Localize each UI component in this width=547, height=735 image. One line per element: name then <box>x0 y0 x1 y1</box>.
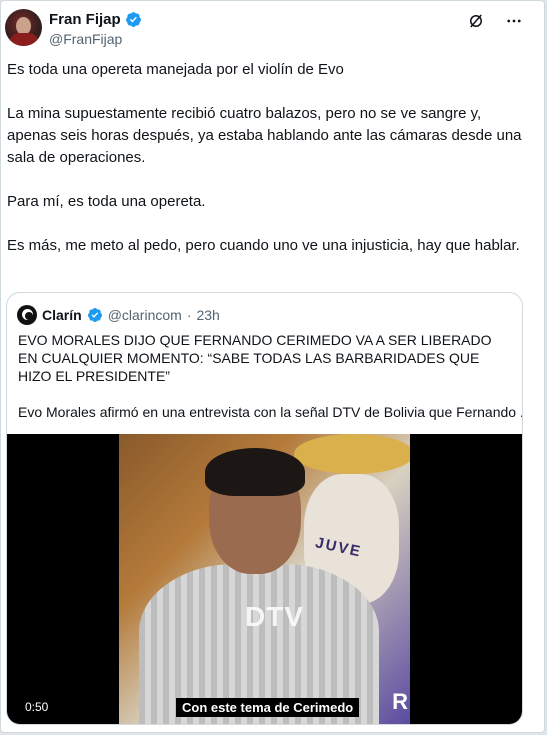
quoted-timestamp[interactable]: 23h <box>196 307 219 323</box>
quoted-tweet-header: Clarín @clarincom · 23h <box>17 305 220 325</box>
background-hat <box>294 434 410 474</box>
tweet-paragraph: Para mí, es toda una opereta. <box>7 193 206 210</box>
tweet-paragraph: Es más, me meto al pedo, pero cuando uno… <box>7 237 520 254</box>
tweet-paragraph: La mina supuestamente recibió cuatro bal… <box>7 105 522 166</box>
verified-badge-icon <box>125 12 141 27</box>
video-frame: JUVE DTV R <box>119 434 410 724</box>
quoted-headline: EVO MORALES DIJO QUE FERNANDO CERIMEDO V… <box>18 332 492 384</box>
avatar-body <box>10 33 38 46</box>
video-subtitle: Con este tema de Cerimedo <box>176 698 360 717</box>
quoted-author-handle[interactable]: @clarincom <box>108 307 182 323</box>
grok-icon[interactable] <box>466 11 486 31</box>
tweet-actions-top <box>466 11 524 31</box>
author-name-row: Fran Fijap <box>49 11 142 28</box>
quoted-tweet[interactable]: Clarín @clarincom · 23h EVO MORALES DIJO… <box>6 292 523 725</box>
author-handle[interactable]: @FranFijap <box>49 31 122 47</box>
tweet-text: Es toda una opereta manejada por el viol… <box>7 59 532 279</box>
video-player[interactable]: JUVE DTV R 0:50 Con este tema de Cerimed… <box>7 434 522 724</box>
author-avatar[interactable] <box>5 9 42 46</box>
author-name[interactable]: Fran Fijap <box>49 11 121 28</box>
dtv-watermark: DTV <box>245 601 304 632</box>
meta-separator: · <box>186 307 192 323</box>
speaker-hair <box>205 448 305 496</box>
clarin-logo-icon[interactable] <box>17 305 37 325</box>
video-duration: 0:50 <box>25 700 49 714</box>
verified-badge-icon <box>87 308 102 322</box>
quoted-description: Evo Morales afirmó en una entrevista con… <box>18 404 523 420</box>
tweet-card: Fran Fijap @FranFijap Es toda una operet… <box>0 0 545 733</box>
tweet-paragraph: Es toda una opereta manejada por el viol… <box>7 61 344 78</box>
more-icon[interactable] <box>504 11 524 31</box>
quoted-author-name[interactable]: Clarín <box>42 307 82 323</box>
corner-logo: R <box>392 689 408 714</box>
